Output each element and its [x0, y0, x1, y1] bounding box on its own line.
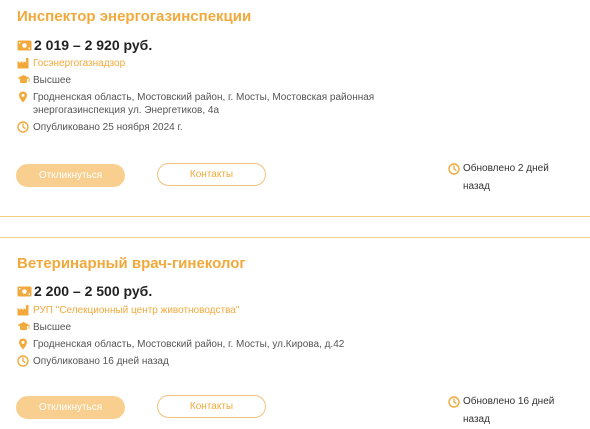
money-icon [17, 286, 32, 297]
clock-icon [17, 121, 29, 133]
published-date: Опубликовано 16 дней назад [33, 356, 169, 367]
address-row: Гродненская область, Мостовский район, г… [17, 338, 344, 351]
salary: 2 200 – 2 500 руб. [34, 283, 153, 299]
published-row: Опубликовано 25 ноября 2024 г. [17, 121, 183, 134]
education: Высшее [33, 75, 72, 86]
apply-button[interactable]: Откликнуться [16, 164, 125, 187]
graduation-cap-icon [17, 321, 30, 333]
education-row: Высшее [17, 321, 71, 334]
clock-icon [448, 396, 460, 408]
factory-icon [17, 57, 29, 69]
updated-text: Обновлено 2 дней назад [463, 163, 549, 192]
employer-link[interactable]: Госэнергогазнадзор [33, 57, 125, 70]
employer-link[interactable]: РУП "Селекционный центр животноводства" [33, 304, 239, 317]
vacancy-title[interactable]: Ветеринарный врач-гинеколог [17, 255, 246, 272]
divider [0, 216, 590, 217]
address: Гродненская область, Мостовский район, г… [33, 92, 375, 116]
published-date: Опубликовано 25 ноября 2024 г. [33, 122, 183, 133]
vacancy-card: Ветеринарный врач-гинеколог 2 200 – 2 50… [0, 238, 590, 425]
address-row: Гродненская область, Мостовский район, г… [17, 91, 378, 117]
salary-row: 2 200 – 2 500 руб. [17, 283, 152, 299]
location-pin-icon [17, 91, 29, 103]
salary: 2 019 – 2 920 руб. [34, 37, 153, 53]
employer-row: Госэнергогазнадзор [17, 57, 125, 70]
education-row: Высшее [17, 74, 71, 87]
vacancy-card: Инспектор энергогазинспекции 2 019 – 2 9… [0, 0, 590, 216]
published-row: Опубликовано 16 дней назад [17, 355, 169, 368]
salary-row: 2 019 – 2 920 руб. [17, 37, 152, 53]
education: Высшее [33, 322, 72, 333]
factory-icon [17, 304, 29, 316]
apply-button[interactable]: Откликнуться [16, 396, 125, 419]
graduation-cap-icon [17, 74, 30, 86]
vacancy-title[interactable]: Инспектор энергогазинспекции [17, 8, 251, 25]
employer-row: РУП "Селекционный центр животноводства" [17, 304, 239, 317]
contacts-button[interactable]: Контакты [157, 395, 266, 418]
location-pin-icon [17, 338, 29, 350]
money-icon [17, 40, 32, 51]
contacts-button[interactable]: Контакты [157, 163, 266, 186]
updated-info: Обновлено 16 дней назад [448, 393, 563, 429]
clock-icon [17, 355, 29, 367]
clock-icon [448, 163, 460, 175]
updated-text: Обновлено 16 дней назад [463, 396, 555, 425]
address: Гродненская область, Мостовский район, г… [33, 339, 345, 350]
updated-info: Обновлено 2 дней назад [448, 160, 563, 196]
